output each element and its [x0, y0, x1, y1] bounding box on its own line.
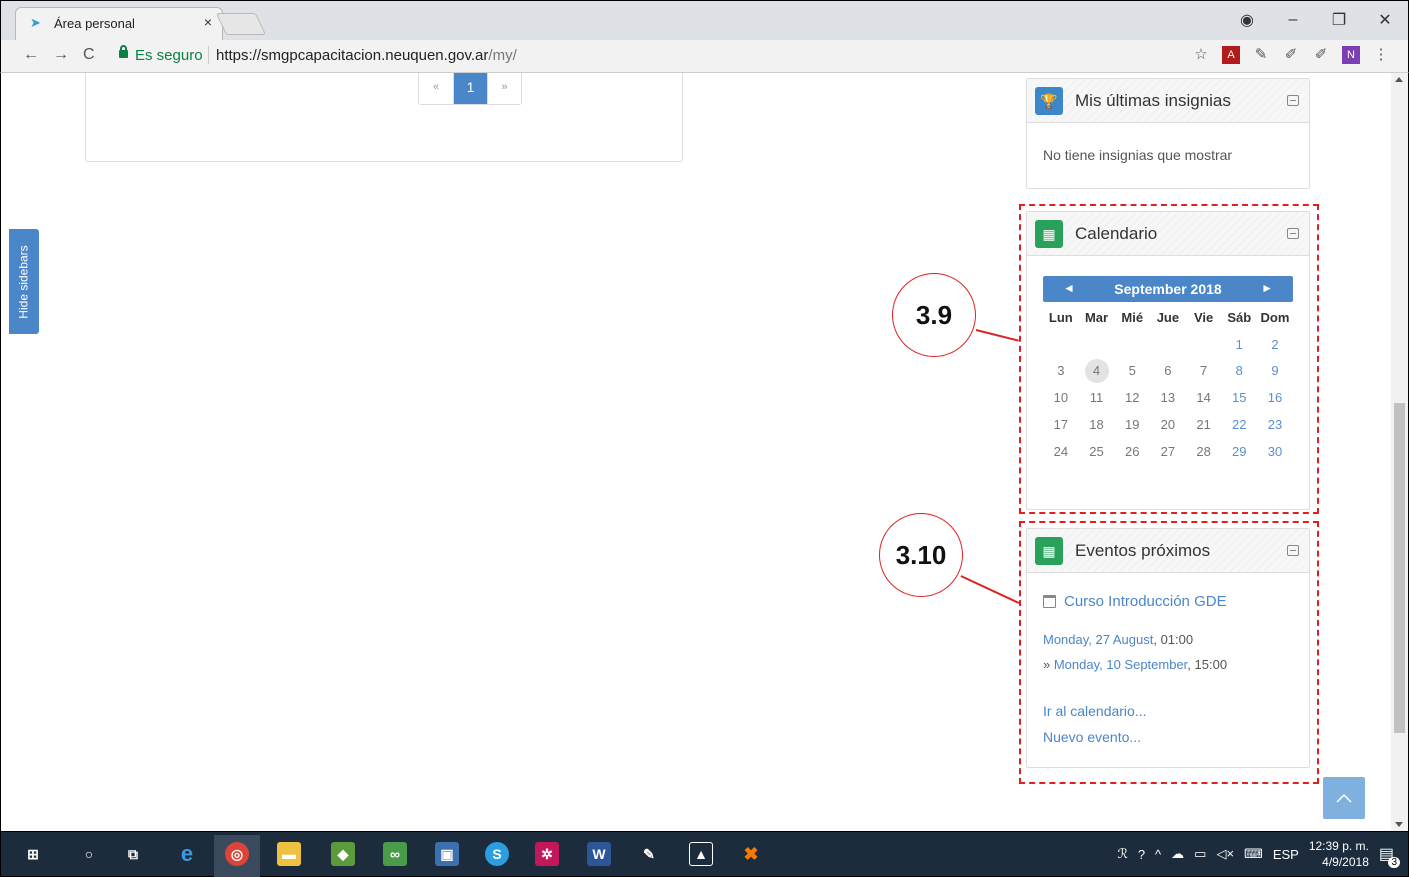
- file-explorer-icon[interactable]: ▬: [277, 842, 301, 866]
- badges-empty-message: No tiene insignias que mostrar: [1043, 147, 1233, 163]
- collapse-icon[interactable]: [1287, 95, 1299, 106]
- system-tray: ℛ ? ^ ☁ ▭ ◁× ⌨ ESP 12:39 p. m. 4/9/2018 …: [1117, 832, 1400, 876]
- language-indicator[interactable]: ESP: [1273, 847, 1299, 862]
- page-scrollbar[interactable]: [1391, 73, 1408, 831]
- network-icon[interactable]: ☁: [1171, 846, 1184, 862]
- edge-icon[interactable]: e: [175, 841, 199, 866]
- secure-label: Es seguro: [135, 47, 203, 64]
- url-text[interactable]: https://smgpcapacitacion.neuquen.gov.ar/…: [216, 47, 517, 64]
- url-separator: [208, 46, 209, 64]
- clock-time: 12:39 p. m.: [1308, 839, 1369, 853]
- tab-close-icon[interactable]: ×: [204, 14, 212, 30]
- notification-count: 3: [1388, 857, 1400, 868]
- onenote-extension-icon[interactable]: N: [1342, 46, 1360, 64]
- scroll-up-arrow-icon[interactable]: [1395, 77, 1403, 82]
- page-content: « 1 » Hide sidebars 🏆 Mis últimas insign…: [0, 73, 1409, 831]
- annotation-box-events: [1019, 521, 1319, 784]
- new-tab-button[interactable]: [215, 13, 267, 35]
- profile-icon[interactable]: ◉: [1224, 1, 1270, 39]
- word-icon[interactable]: W: [587, 842, 611, 866]
- avast-icon[interactable]: ✖: [739, 842, 763, 866]
- volume-icon[interactable]: ◁×: [1216, 846, 1234, 862]
- windows-start-icon[interactable]: ⊞: [21, 842, 45, 866]
- photos-icon[interactable]: ▲: [689, 842, 713, 866]
- back-to-top-button[interactable]: [1323, 777, 1365, 819]
- annotation-box-calendar: [1019, 204, 1319, 514]
- taskbar-clock[interactable]: 12:39 p. m. 4/9/2018: [1309, 838, 1369, 870]
- bookmark-star-icon[interactable]: ☆: [1192, 46, 1210, 64]
- lock-icon: [119, 45, 128, 58]
- window-controls: ◉ – ❐ ✕: [1224, 1, 1408, 39]
- pagination-next[interactable]: »: [487, 73, 521, 104]
- minimize-button[interactable]: –: [1270, 1, 1316, 39]
- browser-toolbar: ← → C Es seguro https://smgpcapacitacion…: [0, 40, 1409, 73]
- tab-title: Área personal: [54, 16, 135, 31]
- annotation-leader-calendar: [975, 329, 1019, 342]
- moodle-favicon-icon: ➤: [30, 15, 41, 30]
- people-icon[interactable]: ℛ: [1117, 846, 1127, 862]
- pagination-page-1[interactable]: 1: [453, 73, 487, 104]
- chrome-icon[interactable]: ◎: [225, 842, 249, 866]
- badges-block-header: 🏆 Mis últimas insignias: [1027, 79, 1309, 123]
- keyboard-icon[interactable]: ⌨: [1244, 846, 1263, 862]
- pen-extension-icon-2[interactable]: ✐: [1312, 46, 1330, 64]
- menu-kebab-icon[interactable]: ⋮: [1372, 46, 1390, 64]
- badges-block-body: No tiene insignias que mostrar: [1027, 123, 1309, 177]
- browser-tabstrip: ➤ Área personal × ◉ – ❐ ✕: [0, 0, 1409, 41]
- scroll-down-arrow-icon[interactable]: [1395, 822, 1403, 827]
- remote-desktop-icon[interactable]: ▣: [435, 842, 459, 866]
- evernote-icon[interactable]: ◆: [331, 842, 355, 866]
- display-icon[interactable]: ▭: [1194, 846, 1206, 862]
- trophy-icon: 🏆: [1035, 87, 1063, 115]
- notifications-icon[interactable]: ▤ 3: [1379, 844, 1400, 868]
- app-icon[interactable]: ✲: [535, 842, 559, 866]
- pen-extension-icon[interactable]: ✐: [1282, 46, 1300, 64]
- forward-button[interactable]: →: [53, 46, 69, 64]
- annotation-label-3-10: 3.10: [879, 513, 963, 597]
- paint-icon[interactable]: ✎: [637, 842, 661, 866]
- browser-tab[interactable]: ➤ Área personal ×: [15, 7, 223, 41]
- badges-block: 🏆 Mis últimas insignias No tiene insigni…: [1026, 78, 1310, 189]
- reload-button[interactable]: C: [83, 46, 95, 64]
- show-hidden-icons-chevron-icon[interactable]: ^: [1155, 847, 1161, 862]
- extension-icons: ☆ A ✎ ✐ ✐ N ⋮: [1192, 46, 1390, 64]
- hide-sidebars-button[interactable]: Hide sidebars: [9, 229, 39, 334]
- task-view-icon[interactable]: ⧉: [121, 842, 145, 866]
- annotation-leader-events: [960, 575, 1020, 604]
- pagination-prev[interactable]: «: [419, 73, 453, 104]
- address-bar[interactable]: Es seguro https://smgpcapacitacion.neuqu…: [107, 44, 1197, 68]
- url-host: https://smgpcapacitacion.neuquen.gov.ar: [216, 47, 489, 64]
- hide-sidebars-label: Hide sidebars: [17, 244, 31, 319]
- chevron-up-icon: [1336, 793, 1352, 803]
- course-overview-block: « 1 »: [85, 73, 683, 162]
- badges-block-title: Mis últimas insignias: [1075, 91, 1231, 110]
- scroll-thumb[interactable]: [1394, 403, 1405, 733]
- skype-icon[interactable]: S: [485, 842, 509, 866]
- back-button[interactable]: ←: [23, 46, 39, 64]
- tripadvisor-icon[interactable]: ∞: [383, 842, 407, 866]
- help-icon[interactable]: ?: [1138, 847, 1145, 862]
- restore-button[interactable]: ❐: [1316, 1, 1362, 39]
- close-window-button[interactable]: ✕: [1362, 1, 1408, 39]
- pdf-extension-icon[interactable]: A: [1222, 46, 1240, 64]
- extension-icon[interactable]: ✎: [1252, 46, 1270, 64]
- windows-taskbar: ⊞ ○ ⧉ e ◎ ▬ ◆ ∞ ▣ S ✲ W ✎ ▲ ✖ ℛ ? ^ ☁ ▭ …: [0, 831, 1409, 877]
- url-path: /my/: [488, 47, 517, 64]
- annotation-label-3-9: 3.9: [892, 273, 976, 357]
- pagination: « 1 »: [418, 73, 522, 105]
- clock-date: 4/9/2018: [1322, 855, 1369, 869]
- search-icon[interactable]: ○: [77, 842, 101, 866]
